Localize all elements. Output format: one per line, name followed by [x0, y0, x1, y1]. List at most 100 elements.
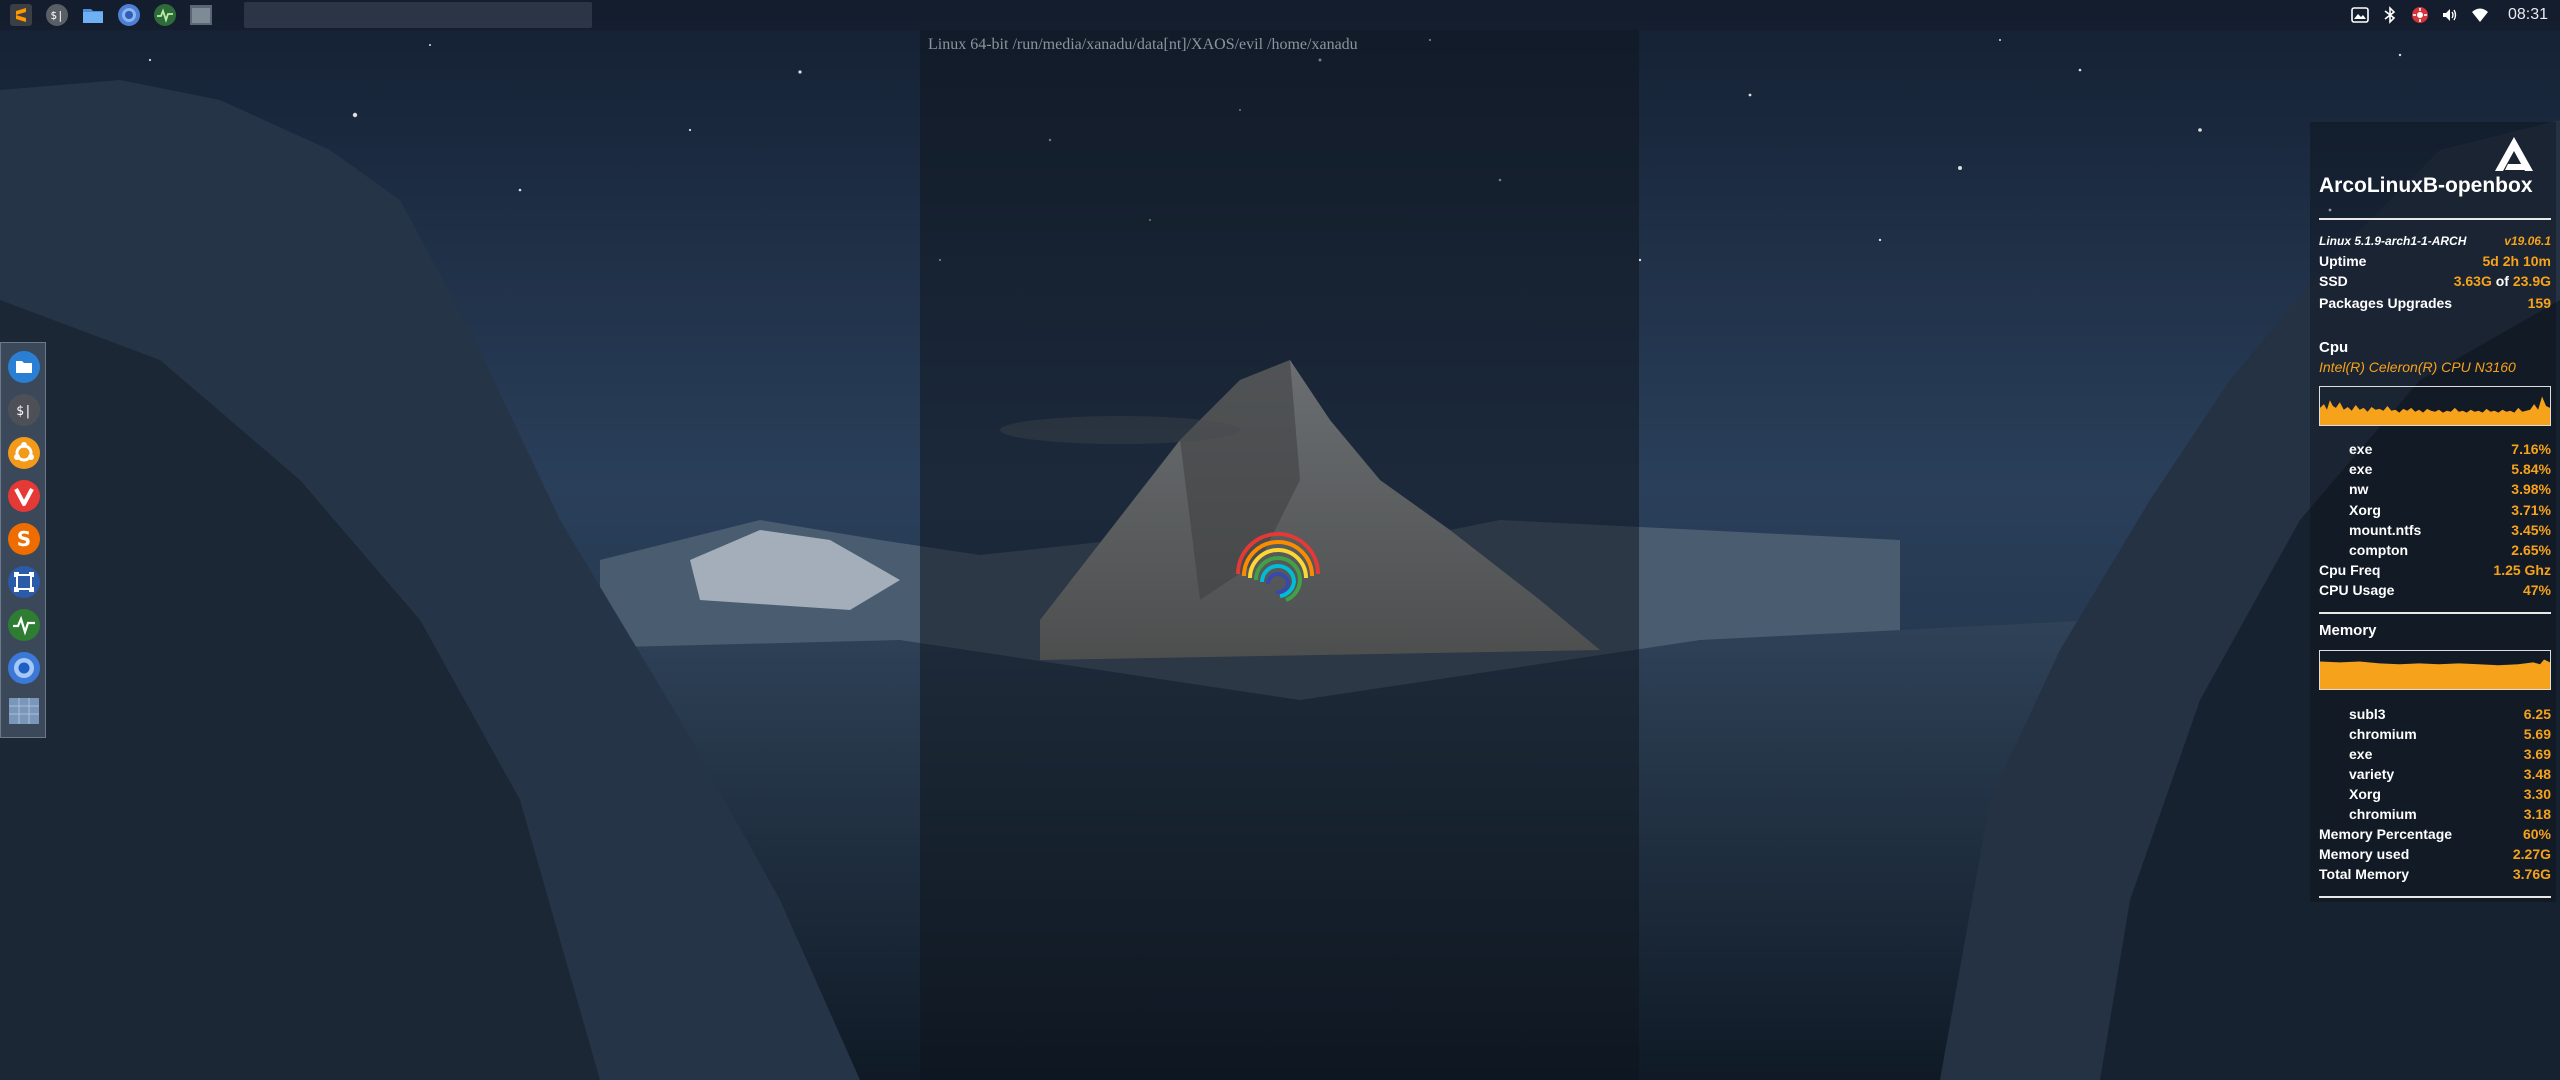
- sublime-text-launcher[interactable]: [6, 1, 36, 29]
- left-dock: $| S: [0, 342, 46, 738]
- ssd-label: SSD: [2319, 273, 2348, 289]
- cpu-usage-label: CPU Usage: [2319, 582, 2395, 598]
- uptime-label: Uptime: [2319, 253, 2367, 269]
- ubuntu-circle-icon: [8, 437, 40, 469]
- dock-sublime-text[interactable]: S: [6, 521, 42, 557]
- packages-label: Packages Upgrades: [2319, 295, 2453, 311]
- version-text: v19.06.1: [2504, 234, 2551, 248]
- process-value: 3.71%: [2511, 502, 2551, 518]
- svg-text:S: S: [17, 527, 31, 551]
- kernel-text: Linux 5.1.9-arch1-1-ARCH: [2319, 234, 2467, 248]
- dock-system-monitor[interactable]: [6, 607, 42, 643]
- volume-icon: [2442, 9, 2457, 21]
- path-info-text: Linux 64-bit /run/media/xanadu/data[nt]/…: [928, 36, 1358, 53]
- taskbar-window-list[interactable]: [244, 2, 592, 28]
- chromium-icon: [118, 4, 140, 26]
- wifi-icon: [2471, 8, 2488, 22]
- process-name: exe: [2349, 441, 2373, 457]
- wifi-tray[interactable]: [2470, 5, 2490, 25]
- ssd-total: 23.9G: [2512, 273, 2551, 289]
- ssd-row: SSD 3.63G of 23.9G: [2319, 273, 2551, 291]
- process-name: mount.ntfs: [2349, 522, 2422, 538]
- svg-text:$|: $|: [16, 404, 32, 419]
- memory-process-row: subl3 6.25: [2319, 706, 2551, 724]
- kernel-row: Linux 5.1.9-arch1-1-ARCH v19.06.1: [2319, 234, 2551, 252]
- hostname: ArcoLinuxB-openbox: [2319, 174, 2533, 197]
- packages-value: 159: [2527, 295, 2551, 311]
- cpu-process-row: exe 5.84%: [2319, 461, 2551, 479]
- window-thumbnail-icon: [190, 5, 212, 25]
- dock-ubuntu-circle[interactable]: [6, 435, 42, 471]
- divider: [2319, 896, 2551, 898]
- memory-process-row: chromium 5.69: [2319, 726, 2551, 744]
- dock-show-desktop[interactable]: [6, 693, 42, 729]
- file-manager-icon: [8, 351, 40, 383]
- clock[interactable]: 08:31: [2508, 6, 2548, 24]
- folder-icon: [83, 9, 103, 23]
- process-value: 2.65%: [2511, 542, 2551, 558]
- process-value: 6.25: [2523, 706, 2551, 722]
- bluetooth-icon: [2384, 6, 2396, 24]
- dock-terminal[interactable]: $|: [6, 392, 42, 428]
- memory-process-row: variety 3.48: [2319, 766, 2551, 784]
- system-monitor-icon: [154, 4, 176, 26]
- chromium-launcher[interactable]: [114, 1, 144, 29]
- divider: [2319, 612, 2551, 614]
- process-name: Xorg: [2349, 786, 2381, 802]
- cpu-freq-label: Cpu Freq: [2319, 562, 2381, 578]
- process-value: 3.48: [2523, 766, 2551, 782]
- process-name: exe: [2349, 746, 2373, 762]
- uptime-row: Uptime 5d 2h 10m: [2319, 253, 2551, 271]
- cpu-process-row: nw 3.98%: [2319, 481, 2551, 499]
- conky-system-monitor: ArcoLinuxB-openbox Linux 5.1.9-arch1-1-A…: [2310, 122, 2556, 902]
- process-name: variety: [2349, 766, 2395, 782]
- process-value: 5.84%: [2511, 461, 2551, 477]
- ssd-value: 3.63G of 23.9G: [2454, 273, 2551, 289]
- screenshot-tray[interactable]: [2350, 5, 2370, 25]
- divider: [2319, 218, 2551, 220]
- memory-used-value: 2.27G: [2512, 846, 2551, 862]
- process-name: Xorg: [2349, 502, 2381, 518]
- screenshot-icon: [2351, 7, 2369, 23]
- packages-row: Packages Upgrades 159: [2319, 295, 2551, 313]
- memory-heading: Memory: [2319, 622, 2377, 639]
- dock-chromium[interactable]: [6, 650, 42, 686]
- terminal-icon: $|: [46, 4, 68, 26]
- cpu-process-row: compton 2.65%: [2319, 542, 2551, 560]
- dock-vivaldi[interactable]: [6, 478, 42, 514]
- process-name: compton: [2349, 542, 2409, 558]
- memory-percentage-row: Memory Percentage 60%: [2319, 826, 2551, 844]
- volume-tray[interactable]: [2440, 5, 2460, 25]
- process-name: nw: [2349, 481, 2369, 497]
- memory-percentage-value: 60%: [2522, 826, 2551, 842]
- file-manager-launcher[interactable]: [78, 1, 108, 29]
- memory-process-row: chromium 3.18: [2319, 806, 2551, 824]
- total-memory-value: 3.76G: [2512, 866, 2551, 882]
- cpu-model: Intel(R) Celeron(R) CPU N3160: [2319, 359, 2516, 375]
- cpu-heading: Cpu: [2319, 339, 2349, 356]
- arcolinux-rainbow-logo: [1236, 532, 1320, 602]
- process-value: 7.16%: [2511, 441, 2551, 457]
- bluetooth-tray[interactable]: [2380, 5, 2400, 25]
- cpu-freq-row: Cpu Freq 1.25 Ghz: [2319, 562, 2551, 580]
- system-monitor-launcher[interactable]: [150, 1, 180, 29]
- dock-screenshot-tool[interactable]: [6, 564, 42, 600]
- cpu-process-row: mount.ntfs 3.45%: [2319, 522, 2551, 540]
- system-tray: 08:31: [2350, 0, 2548, 30]
- window-thumbnail[interactable]: [186, 1, 216, 29]
- arcolinux-logo-icon: [2495, 137, 2533, 171]
- memory-process-row: Xorg 3.30: [2319, 786, 2551, 804]
- top-panel: $| 08:31: [0, 0, 2560, 30]
- process-value: 3.69: [2523, 746, 2551, 762]
- total-memory-row: Total Memory 3.76G: [2319, 866, 2551, 884]
- cpu-process-row: Xorg 3.71%: [2319, 502, 2551, 520]
- update-notifier-icon: [2411, 7, 2428, 23]
- update-notifier-tray[interactable]: [2410, 5, 2430, 25]
- dock-file-manager[interactable]: [6, 349, 42, 385]
- process-name: subl3: [2349, 706, 2386, 722]
- sublime-text-icon: [10, 4, 32, 26]
- process-name: chromium: [2349, 806, 2417, 822]
- screenshot-tool-icon: [8, 566, 40, 598]
- terminal-launcher[interactable]: $|: [42, 1, 72, 29]
- ssd-of: of: [2491, 273, 2513, 289]
